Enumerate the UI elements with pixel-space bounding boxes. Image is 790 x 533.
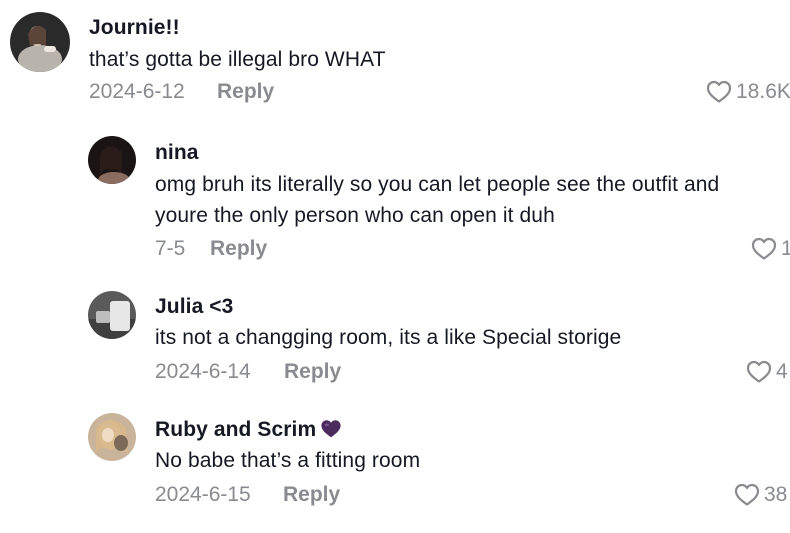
avatar[interactable] (88, 413, 136, 461)
avatar-photo (10, 12, 70, 72)
comment-username[interactable]: Ruby and Scrim (155, 418, 342, 442)
comment-username[interactable]: nina (155, 141, 199, 165)
reply-button[interactable]: Reply (284, 360, 341, 384)
comment-date: 2024-6-12 (89, 80, 185, 103)
like-button[interactable]: 38 (734, 483, 787, 507)
heart-outline-icon (751, 237, 777, 260)
heart-outline-icon (706, 80, 732, 103)
reply-button[interactable]: Reply (283, 483, 340, 507)
avatar-photo (88, 413, 136, 461)
reply-comment-item: Ruby and Scrim No babe that’s a fitting … (0, 403, 790, 533)
comment-text: omg bruh its literally so you can let pe… (155, 173, 720, 227)
avatar[interactable] (88, 291, 136, 339)
comment-list: Journie!! that’s gotta be illegal bro WH… (0, 0, 790, 533)
comment-username[interactable]: Journie!! (89, 16, 180, 40)
reply-button[interactable]: Reply (210, 237, 267, 261)
like-count: 38 (764, 483, 788, 506)
like-count: 4 (776, 360, 788, 383)
comment-text: its not a changging room, its a like Spe… (155, 326, 622, 349)
heart-outline-icon (734, 483, 760, 506)
reply-comment-item: nina omg bruh its literally so you can l… (0, 125, 790, 280)
reply-button[interactable]: Reply (217, 80, 274, 104)
like-button[interactable]: 18.6K (706, 80, 790, 104)
comment-username-text: Ruby and Scrim (155, 418, 317, 441)
comment-text: that’s gotta be illegal bro WHAT (89, 48, 386, 71)
heart-outline-icon (746, 360, 772, 383)
like-button[interactable]: 1 (751, 237, 790, 261)
avatar-photo (88, 291, 136, 339)
like-count: 18.6K (736, 80, 790, 103)
avatar-photo (88, 136, 136, 184)
like-count: 1 (781, 237, 790, 260)
like-button[interactable]: 4 (746, 360, 788, 384)
comment-username[interactable]: Julia <3 (155, 295, 233, 319)
comment-date: 2024-6-15 (155, 483, 251, 506)
comment-text: No babe that’s a fitting room (155, 449, 421, 472)
reply-comment-item: Julia <3 its not a changging room, its a… (0, 280, 790, 403)
comment-date: 2024-6-14 (155, 360, 251, 383)
comment-item: Journie!! that’s gotta be illegal bro WH… (0, 0, 790, 125)
avatar[interactable] (88, 136, 136, 184)
avatar[interactable] (10, 12, 70, 72)
purple-heart-emoji-icon (321, 420, 341, 438)
comment-date: 7-5 (155, 237, 186, 260)
